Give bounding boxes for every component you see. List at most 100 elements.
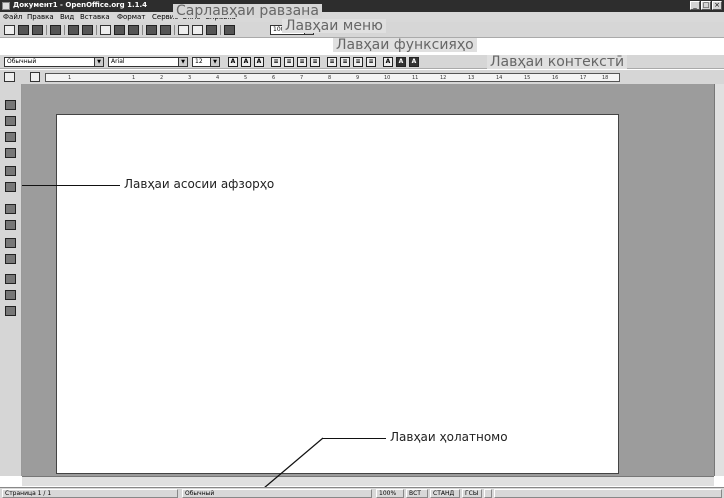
leader-line-segment — [263, 437, 324, 489]
chevron-down-icon[interactable]: ▼ — [94, 58, 103, 66]
numbering-icon[interactable]: ≡ — [327, 57, 337, 67]
callout-object-bar: Лавҳаи контекстӣ — [487, 55, 628, 69]
show-draw-functions-icon[interactable] — [5, 148, 16, 158]
ruler-label: 18 — [602, 75, 609, 81]
status-hyperlink-mode[interactable]: ГСЫ — [462, 489, 482, 498]
menu-edit[interactable]: Правка — [27, 13, 54, 21]
ruler-row: 1 1 2 3 4 5 6 7 8 9 10 11 12 13 14 15 16… — [0, 70, 724, 84]
horizontal-scrollbar[interactable] — [22, 476, 714, 486]
tab-stop-icon[interactable] — [30, 72, 40, 82]
toolbar-separator — [96, 25, 97, 35]
decrease-indent-icon[interactable]: ≡ — [353, 57, 363, 67]
ruler-label: 10 — [384, 75, 391, 81]
data-sources-icon[interactable] — [5, 254, 16, 264]
horizontal-ruler[interactable]: 1 1 2 3 4 5 6 7 8 9 10 11 12 13 14 15 16… — [45, 73, 620, 82]
paste-icon[interactable] — [128, 25, 139, 35]
ruler-label: 17 — [580, 75, 587, 81]
ruler-corner-icon[interactable] — [4, 72, 15, 82]
new-document-icon[interactable] — [4, 25, 15, 35]
close-button[interactable]: × — [712, 1, 722, 10]
auto-spellcheck-icon[interactable] — [5, 220, 16, 230]
background-color-button[interactable]: A — [409, 57, 419, 67]
status-insert-mode[interactable]: ВСТ — [406, 489, 428, 498]
insert-object-icon[interactable] — [5, 132, 16, 142]
callout-main-toolbar: Лавҳаи асосии афзорҳо — [122, 177, 277, 191]
ruler-label: 13 — [468, 75, 475, 81]
copy-icon[interactable] — [114, 25, 125, 35]
font-size-value: 12 — [195, 58, 203, 65]
status-page: Страница 1 / 1 — [2, 489, 178, 498]
underline-button[interactable]: A — [254, 57, 264, 67]
callout-title-bar: Сарлавҳаи равзана — [173, 4, 322, 18]
formatting-marks-icon[interactable] — [5, 274, 16, 284]
export-pdf-icon[interactable] — [68, 25, 79, 35]
align-center-icon[interactable]: ≡ — [284, 57, 294, 67]
data-sources-icon[interactable] — [224, 25, 235, 35]
window-controls: _ □ × — [690, 1, 722, 10]
status-bar: Страница 1 / 1 Обычный 100% ВСТ СТАНД ГС… — [0, 487, 724, 498]
highlight-button[interactable]: A — [396, 57, 406, 67]
align-right-icon[interactable]: ≡ — [297, 57, 307, 67]
align-left-icon[interactable]: ≡ — [271, 57, 281, 67]
vertical-scrollbar[interactable] — [714, 84, 724, 476]
edit-file-icon[interactable] — [50, 25, 61, 35]
justify-icon[interactable]: ≡ — [310, 57, 320, 67]
gallery-icon[interactable] — [206, 25, 217, 35]
document-page[interactable] — [56, 114, 619, 474]
ruler-label: 8 — [328, 75, 332, 81]
save-icon[interactable] — [32, 25, 43, 35]
chevron-down-icon[interactable]: ▼ — [178, 58, 187, 66]
toggle-icon[interactable] — [5, 306, 16, 316]
redo-icon[interactable] — [160, 25, 171, 35]
status-selection-mode[interactable]: СТАНД — [430, 489, 460, 498]
insert-table-icon[interactable] — [192, 25, 203, 35]
ruler-label: 1 — [132, 75, 136, 81]
font-color-button[interactable]: A — [383, 57, 393, 67]
toolbar-separator — [220, 25, 221, 35]
online-layout-icon[interactable] — [5, 290, 16, 300]
font-name-value: Arial — [111, 58, 125, 65]
bold-button[interactable]: A — [228, 57, 238, 67]
font-size-select[interactable]: 12 ▼ — [192, 57, 220, 67]
maximize-button[interactable]: □ — [701, 1, 711, 10]
font-name-select[interactable]: Arial ▼ — [108, 57, 188, 67]
callout-leader-line — [322, 438, 386, 439]
callout-menu-bar: Лавҳаи меню — [282, 19, 386, 33]
undo-icon[interactable] — [146, 25, 157, 35]
italic-button[interactable]: A — [241, 57, 251, 67]
paragraph-style-select[interactable]: Обычный ▼ — [4, 57, 104, 67]
bullets-icon[interactable]: ≡ — [340, 57, 350, 67]
menu-file[interactable]: Файл — [3, 13, 22, 21]
ruler-label: 5 — [244, 75, 248, 81]
callout-leader-line — [22, 185, 120, 186]
status-extra — [494, 489, 722, 498]
document-workspace — [22, 84, 714, 476]
status-zoom[interactable]: 100% — [376, 489, 404, 498]
find-replace-icon[interactable] — [5, 238, 16, 248]
toolbar-separator — [64, 25, 65, 35]
menu-view[interactable]: Вид — [60, 13, 74, 21]
navigator-icon[interactable] — [178, 25, 189, 35]
toolbar-separator — [174, 25, 175, 35]
form-functions-icon[interactable] — [5, 166, 16, 176]
toolbar-separator — [142, 25, 143, 35]
ruler-label: 9 — [356, 75, 360, 81]
text-cursor-icon[interactable] — [5, 182, 16, 192]
print-icon[interactable] — [82, 25, 93, 35]
minimize-button[interactable]: _ — [690, 1, 700, 10]
insert-icon[interactable] — [5, 100, 16, 110]
menu-insert[interactable]: Вставка — [80, 13, 110, 21]
spellcheck-icon[interactable] — [5, 204, 16, 214]
chevron-down-icon[interactable]: ▼ — [210, 58, 219, 66]
ruler-label: 15 — [524, 75, 531, 81]
ruler-label: 3 — [188, 75, 192, 81]
increase-indent-icon[interactable]: ≡ — [366, 57, 376, 67]
paragraph-style-value: Обычный — [7, 58, 37, 65]
ruler-label: 4 — [216, 75, 220, 81]
insert-fields-icon[interactable] — [5, 116, 16, 126]
cut-icon[interactable] — [100, 25, 111, 35]
ruler-label: 14 — [496, 75, 503, 81]
menu-format[interactable]: Формат — [117, 13, 145, 21]
open-icon[interactable] — [18, 25, 29, 35]
callout-status-bar: Лавҳаи ҳолатномо — [388, 430, 510, 444]
